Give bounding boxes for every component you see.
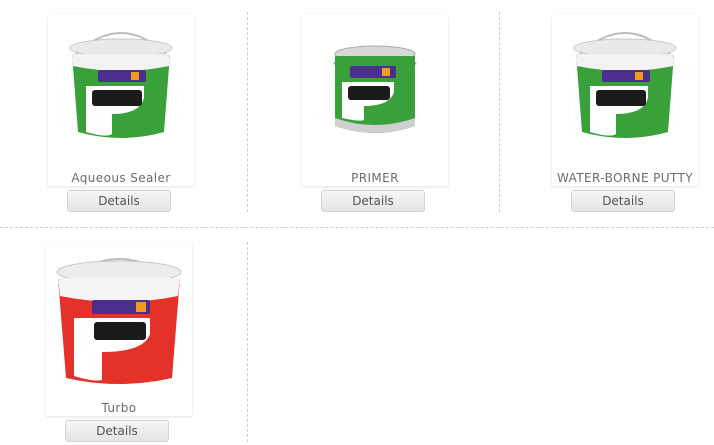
product-image[interactable]: [302, 14, 448, 186]
column-divider: [499, 12, 500, 212]
product-image[interactable]: [46, 244, 192, 416]
details-button[interactable]: Details: [321, 190, 425, 212]
product-name: Aqueous Sealer: [71, 171, 171, 185]
product-grid: Aqueous Sealer Details PRIMER Details WA…: [0, 0, 714, 445]
details-button[interactable]: Details: [67, 190, 171, 212]
column-divider: [247, 242, 248, 442]
paint-bucket-icon: [69, 32, 173, 138]
product-name: PRIMER: [351, 171, 399, 185]
paint-can-icon: [333, 45, 417, 133]
column-divider: [247, 12, 248, 212]
paint-bucket-icon: [573, 32, 677, 138]
product-name: WATER-BORNE PUTTY: [557, 171, 693, 185]
details-button[interactable]: Details: [571, 190, 675, 212]
details-button[interactable]: Details: [65, 420, 169, 442]
product-image[interactable]: [48, 14, 194, 186]
row-divider: [0, 227, 714, 228]
paint-bucket-icon: [56, 258, 182, 384]
product-image[interactable]: [552, 14, 698, 186]
product-name: Turbo: [101, 401, 137, 415]
